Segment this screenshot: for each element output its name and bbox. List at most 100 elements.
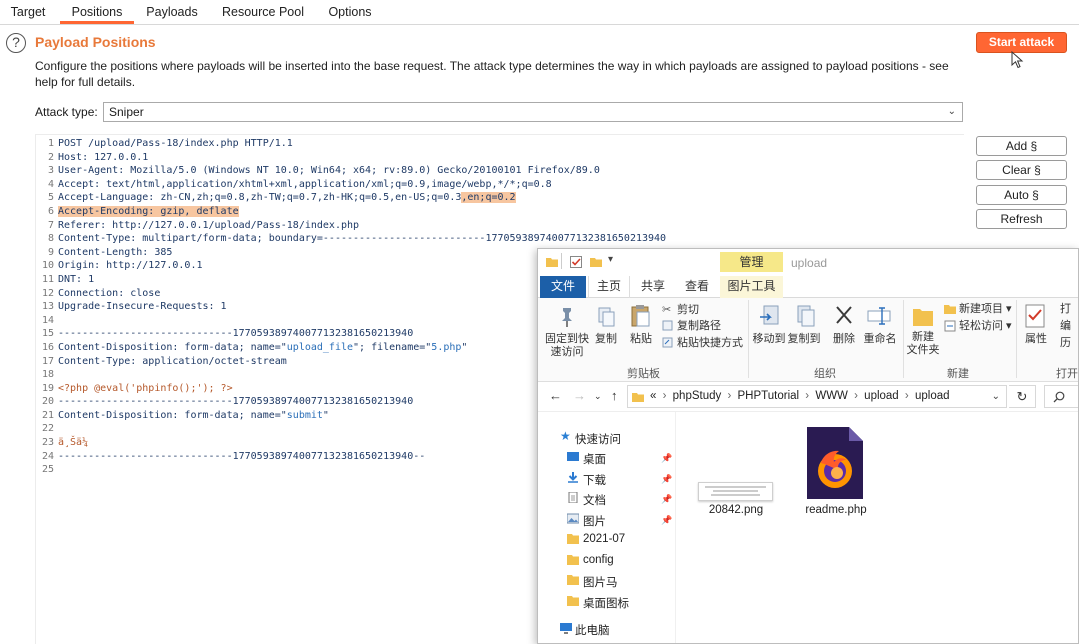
file-name[interactable]: readme.php [786, 504, 886, 516]
clipboard-group-label: 剪贴板 [627, 368, 660, 380]
folder-icon [632, 393, 644, 402]
attack-type-label: Attack type: [35, 105, 98, 119]
properties-icon [1025, 304, 1045, 328]
nav-item-documents[interactable]: 文档 [583, 492, 606, 508]
refresh-icon[interactable]: ↻ [1009, 385, 1036, 408]
up-arrow-icon[interactable]: ↑ [611, 388, 618, 403]
search-input[interactable] [1044, 385, 1078, 408]
copy-path-button[interactable]: 复制路径 [677, 320, 721, 333]
tab-resource-pool[interactable]: Resource Pool [214, 4, 312, 24]
properties-check-icon[interactable] [570, 256, 582, 268]
explorer-titlebar: ▾ 管理 upload [538, 249, 1078, 276]
tab-target[interactable]: Target [2, 4, 54, 24]
breadcrumb-separator: › [805, 390, 810, 402]
qat-dropdown-icon[interactable]: ▾ [608, 254, 613, 265]
tab-options[interactable]: Options [320, 4, 380, 24]
nav-item-this-pc[interactable]: 此电脑 [575, 622, 610, 638]
file-list: 20842.png readme.php [675, 412, 1078, 643]
attack-type-select[interactable]: Sniper ⌄ [103, 102, 963, 122]
download-icon [568, 472, 578, 483]
line-number: 19 [41, 382, 54, 394]
forward-arrow-icon[interactable]: → [573, 388, 586, 403]
recent-locations-icon[interactable]: ⌄ [594, 391, 602, 402]
tab-share[interactable]: 共享 [632, 276, 674, 298]
nav-item-quick-access[interactable]: 快速访问 [575, 431, 621, 447]
delete-button[interactable]: 删除 [830, 333, 858, 346]
request-line: Accept-Encoding: gzip, deflate [58, 205, 964, 219]
search-icon [1053, 391, 1065, 403]
page-title: Payload Positions [35, 34, 156, 50]
tab-file[interactable]: 文件 [540, 276, 586, 298]
breadcrumb-item[interactable]: phpStudy [673, 390, 722, 402]
refresh-button[interactable]: Refresh [976, 209, 1067, 229]
rename-button[interactable]: 重命名 [863, 333, 897, 346]
description-text: Configure the positions where payloads w… [35, 59, 949, 89]
chevron-down-icon[interactable]: ⌄ [992, 386, 1000, 407]
new-item-button[interactable]: 新建项目 ▾ [959, 303, 1012, 316]
paste-button[interactable]: 粘贴 [628, 333, 654, 346]
attack-type-value: Sniper [109, 105, 144, 119]
easy-access-button[interactable]: 轻松访问 ▾ [959, 320, 1012, 333]
delete-icon [836, 306, 852, 324]
copy-to-button[interactable]: 复制到 [787, 333, 821, 346]
properties-button[interactable]: 属性 [1022, 333, 1050, 346]
add-marker-button[interactable]: Add § [976, 136, 1067, 156]
address-path[interactable]: « › phpStudy › PHPTutorial › WWW › uploa… [627, 385, 1007, 408]
cut-button[interactable]: 剪切 [677, 304, 699, 317]
tab-view[interactable]: 查看 [676, 276, 718, 298]
line-number: 25 [41, 464, 54, 476]
tab-home[interactable]: 主页 [588, 276, 630, 298]
nav-item-folder[interactable]: 桌面图标 [583, 595, 629, 611]
line-number: 8 [47, 233, 54, 245]
breadcrumb-item[interactable]: upload [915, 390, 950, 402]
nav-item-folder[interactable]: 2021-07 [583, 533, 625, 545]
tab-positions[interactable]: Positions [60, 4, 134, 24]
pin-to-quick-access-button[interactable]: 固定到快 速访问 [544, 333, 590, 359]
new-folder-button[interactable]: 新建 文件夹 [906, 331, 940, 357]
help-icon[interactable]: ? [6, 33, 26, 53]
tab-payloads[interactable]: Payloads [140, 4, 204, 24]
copy-button[interactable]: 复制 [594, 333, 618, 346]
nav-item-pictures[interactable]: 图片 [583, 513, 606, 529]
request-line: POST /upload/Pass-18/index.php HTTP/1.1 [58, 138, 293, 149]
line-number: 18 [41, 369, 54, 381]
file-name[interactable]: 20842.png [686, 504, 786, 516]
tool-tabbar: Target Positions Payloads Resource Pool … [0, 0, 1079, 25]
breadcrumb-item[interactable]: WWW [815, 390, 848, 402]
breadcrumb-item[interactable]: PHPTutorial [738, 390, 800, 402]
open-button[interactable]: 打 [1060, 303, 1071, 316]
image-thumbnail-icon[interactable] [698, 482, 773, 501]
disposition-text: " [322, 409, 329, 421]
clear-marker-button[interactable]: Clear § [976, 160, 1067, 180]
back-arrow-icon[interactable]: ← [549, 388, 562, 403]
accept-language-text: Accept-Language: zh-CN,zh;q=0.8,zh-TW;q=… [58, 192, 462, 204]
edit-button[interactable]: 编 [1060, 320, 1071, 333]
thumbnail-text-lines [705, 486, 766, 496]
breadcrumb-separator: › [854, 390, 858, 402]
line-number: 1 [47, 138, 54, 149]
manage-tab[interactable]: 管理 [720, 252, 783, 272]
nav-item-folder[interactable]: 图片马 [583, 574, 618, 590]
folder-icon [567, 555, 579, 565]
move-to-button[interactable]: 移动到 [752, 333, 786, 346]
nav-item-desktop[interactable]: 桌面 [583, 451, 606, 467]
line-number: 3 [47, 165, 54, 177]
paste-shortcut-icon [662, 337, 673, 348]
history-button[interactable]: 历 [1060, 337, 1071, 350]
nav-item-downloads[interactable]: 下载 [583, 472, 606, 488]
start-attack-button[interactable]: Start attack [976, 32, 1067, 53]
new-folder-icon[interactable] [590, 256, 602, 268]
nav-item-folder[interactable]: config [583, 554, 614, 566]
scissors-icon: ✂ [662, 304, 672, 316]
breadcrumb-overflow[interactable]: « [650, 390, 656, 402]
tab-picture-tools[interactable]: 图片工具 [720, 276, 783, 298]
divider [561, 253, 562, 269]
line-number-gutter: 1 2 3 4 5 6 7 8 9 10 11 12 13 14 15 16 17 18 19 20 21 22 23 24 2… [36, 137, 54, 477]
line-number: 10 [41, 260, 54, 272]
paste-shortcut-button[interactable]: 粘贴快捷方式 [677, 337, 743, 350]
firefox-icon[interactable] [807, 427, 863, 499]
auto-marker-button[interactable]: Auto § [976, 185, 1067, 205]
line-number: 7 [47, 219, 54, 231]
request-line: Referer: http://127.0.0.1/upload/Pass-18… [58, 219, 360, 231]
breadcrumb-item[interactable]: upload [864, 390, 899, 402]
